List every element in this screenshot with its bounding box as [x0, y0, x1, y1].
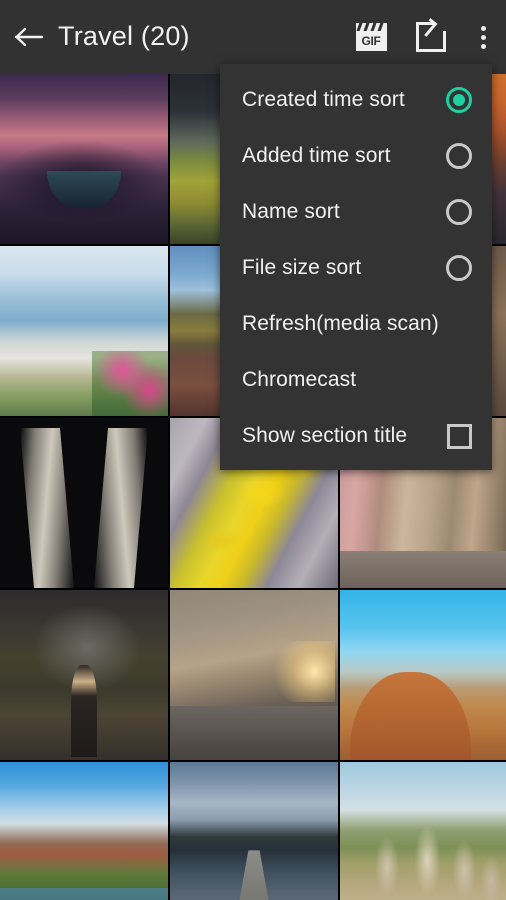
menu-item-label: Created time sort — [242, 88, 405, 111]
menu-item[interactable]: File size sort — [220, 240, 492, 296]
menu-item[interactable]: Created time sort — [220, 72, 492, 128]
radio-button[interactable] — [446, 143, 472, 169]
gif-filter-button[interactable]: GIF — [340, 0, 402, 74]
photo-thumbnail[interactable] — [0, 418, 168, 588]
photo-thumbnail[interactable] — [170, 590, 338, 760]
menu-item-label: File size sort — [242, 256, 362, 279]
radio-button[interactable] — [446, 255, 472, 281]
photo-thumbnail[interactable] — [170, 762, 338, 900]
overflow-menu-button[interactable] — [460, 0, 506, 74]
radio-button[interactable] — [446, 199, 472, 225]
photo-thumbnail[interactable] — [340, 590, 506, 760]
photo-thumbnail[interactable] — [0, 762, 168, 900]
radio-button-selected[interactable] — [446, 87, 472, 113]
more-vertical-icon — [480, 25, 486, 49]
photo-image — [0, 590, 168, 760]
menu-item-label: Name sort — [242, 200, 340, 223]
app-toolbar: Travel (20) GIF — [0, 0, 506, 74]
back-button[interactable] — [0, 0, 58, 74]
gallery-screen: Travel (20) GIF Created time sort Added … — [0, 0, 506, 900]
sort-options-menu[interactable]: Created time sort Added time sort Name sor… — [220, 64, 492, 470]
menu-item-label: Chromecast — [242, 368, 357, 391]
checkbox-unchecked[interactable] — [447, 423, 472, 449]
photo-image — [0, 762, 168, 900]
photo-image — [170, 590, 338, 760]
checkbox-select-icon — [416, 18, 448, 52]
photo-thumbnail[interactable] — [0, 246, 168, 416]
photo-image — [170, 762, 338, 900]
arrow-left-icon — [14, 25, 44, 49]
menu-item-label: Added time sort — [242, 144, 391, 167]
photo-image — [0, 74, 168, 244]
menu-item-label: Show section title — [242, 424, 408, 447]
menu-item[interactable]: Refresh(media scan) — [220, 296, 492, 352]
menu-item[interactable]: Chromecast — [220, 352, 492, 408]
photo-image — [0, 418, 168, 588]
photo-thumbnail[interactable] — [340, 762, 506, 900]
gif-clapperboard-icon: GIF — [355, 23, 387, 51]
menu-item-label: Refresh(media scan) — [242, 312, 439, 335]
photo-image — [0, 246, 168, 416]
gif-icon-label: GIF — [361, 34, 381, 48]
photo-image — [340, 762, 506, 900]
menu-item[interactable]: Show section title — [220, 408, 492, 464]
menu-item[interactable]: Added time sort — [220, 128, 492, 184]
photo-image — [340, 590, 506, 760]
page-title: Travel (20) — [58, 20, 190, 51]
photo-thumbnail[interactable] — [0, 590, 168, 760]
menu-item[interactable]: Name sort — [220, 184, 492, 240]
photo-thumbnail[interactable] — [0, 74, 168, 244]
select-mode-button[interactable] — [402, 0, 460, 74]
